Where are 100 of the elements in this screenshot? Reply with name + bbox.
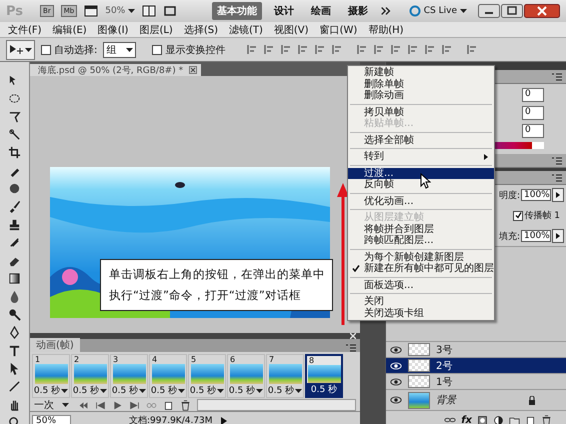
panel-menu-icon[interactable] <box>346 344 356 352</box>
menu-item[interactable]: 选择(S) <box>184 22 218 36</box>
healing-tool-icon[interactable] <box>8 182 21 195</box>
checkbox[interactable] <box>41 44 51 54</box>
align-icon[interactable] <box>281 44 292 55</box>
menu-item[interactable]: 编辑(E) <box>52 22 87 36</box>
animation-frame[interactable]: 1 0.5 秒 <box>32 354 70 398</box>
layer-row[interactable]: 2号 <box>386 357 566 373</box>
loop-dropdown[interactable]: 一次 <box>34 398 72 412</box>
animation-frame[interactable]: 6 0.5 秒 <box>227 354 265 398</box>
context-menu-item[interactable]: 为每个新帧创建新图层 <box>348 252 494 263</box>
animation-frame[interactable]: 3 0.5 秒 <box>110 354 148 398</box>
align-icon[interactable] <box>391 44 402 55</box>
wand-tool-icon[interactable] <box>8 128 21 141</box>
view-extras-icon[interactable] <box>84 4 98 18</box>
scrollbar[interactable] <box>197 399 356 411</box>
layer-row[interactable]: 背景 <box>386 389 566 410</box>
align-icon[interactable] <box>315 44 326 55</box>
move-tool-preset[interactable] <box>6 40 35 60</box>
menu-item[interactable]: 帮助(H) <box>368 22 404 36</box>
mask-icon[interactable] <box>477 414 488 424</box>
blur-tool-icon[interactable] <box>8 290 21 303</box>
workspace-button[interactable]: 摄影 <box>342 2 373 20</box>
layer-row[interactable]: 1号 <box>386 373 566 389</box>
next-frame-icon[interactable] <box>129 400 140 410</box>
align-icon[interactable] <box>442 44 454 55</box>
frame-delay[interactable]: 0.5 秒 <box>266 384 304 397</box>
play-icon[interactable] <box>220 416 227 424</box>
panel-menu-icon[interactable] <box>552 156 562 164</box>
workspace-button[interactable]: 基本功能 <box>212 2 262 20</box>
zoom-field[interactable]: 50% <box>32 414 71 424</box>
menu-item[interactable]: 图像(I) <box>98 22 128 36</box>
animation-frame[interactable]: 7 0.5 秒 <box>266 354 304 398</box>
frame-delay[interactable]: 0.5 秒 <box>188 384 226 397</box>
lasso-tool-icon[interactable] <box>8 110 21 123</box>
frame-delay[interactable]: 0.5 秒 <box>307 383 341 396</box>
maximize-icon[interactable] <box>501 4 523 18</box>
context-menu-item[interactable]: 删除动画 <box>348 90 494 102</box>
dodge-tool-icon[interactable] <box>8 308 21 321</box>
context-menu-item[interactable]: 转到 <box>348 151 494 162</box>
context-menu-item[interactable]: 将帧拼合到图层 <box>348 224 494 235</box>
fill-field[interactable]: 100% <box>521 230 551 242</box>
align-icon[interactable] <box>408 44 420 55</box>
menu-item[interactable]: 文件(F) <box>8 22 42 36</box>
menu-item[interactable]: 滤镜(T) <box>228 22 263 36</box>
menu-item[interactable]: 窗口(W) <box>320 22 358 36</box>
hand-tool-icon[interactable] <box>8 398 21 411</box>
eye-icon[interactable] <box>390 376 402 388</box>
context-menu-item[interactable]: 优化动画... <box>348 196 494 207</box>
color-value-field[interactable]: 0 <box>522 124 544 138</box>
align-icon[interactable] <box>357 44 368 55</box>
panel-close-icon[interactable] <box>350 333 356 339</box>
workspace-button[interactable]: 绘画 <box>306 2 336 20</box>
gradient-tool-icon[interactable] <box>8 272 21 285</box>
context-menu-item[interactable]: 拷贝单帧 <box>348 106 494 118</box>
selection-arrow-icon[interactable] <box>8 362 21 375</box>
document-tab[interactable]: 海底.psd @ 50% (2号, RGB/8#) * <box>30 64 202 76</box>
color-value-field[interactable]: 0 <box>522 106 544 120</box>
context-menu-item[interactable]: 跨帧匹配图层... <box>348 235 494 246</box>
panel-menu-icon[interactable] <box>552 72 562 80</box>
context-menu-item[interactable]: 新建在所有帧中都可见的图层 <box>348 263 494 274</box>
context-menu-item[interactable]: 面板选项... <box>348 280 494 291</box>
frame-delay[interactable]: 0.5 秒 <box>226 384 266 397</box>
more-chevron-icon[interactable] <box>380 5 392 17</box>
eye-icon[interactable] <box>390 344 402 356</box>
brush-tool-icon[interactable] <box>8 200 21 213</box>
align-icon[interactable] <box>332 44 344 55</box>
crop-tool-icon[interactable] <box>8 146 21 159</box>
eye-icon[interactable] <box>390 394 402 406</box>
close-icon[interactable] <box>189 66 198 74</box>
marquee-tool-icon[interactable] <box>8 92 21 105</box>
layer-style-button[interactable]: fx <box>461 414 472 424</box>
new-layer-icon[interactable] <box>525 414 536 424</box>
cs-live-menu[interactable]: CS Live <box>424 6 457 16</box>
trash-icon[interactable] <box>541 414 552 424</box>
animation-frame[interactable]: 4 0.5 秒 <box>149 354 187 398</box>
frame-delay[interactable]: 0.5 秒 <box>110 384 148 397</box>
adjustment-icon[interactable] <box>493 414 504 424</box>
align-icon[interactable] <box>298 44 310 55</box>
eye-icon[interactable] <box>390 360 402 372</box>
frame-delay[interactable]: 0.5 秒 <box>32 384 70 397</box>
fill-slider-button[interactable] <box>552 229 564 243</box>
frame-delay[interactable]: 0.5 秒 <box>70 384 110 397</box>
type-tool-icon[interactable] <box>8 344 21 357</box>
animation-frame[interactable]: 5 0.5 秒 <box>188 354 226 398</box>
checkbox[interactable] <box>152 44 162 54</box>
menu-item[interactable]: 视图(V) <box>274 22 309 36</box>
previous-frame-icon[interactable] <box>95 400 106 410</box>
align-icon[interactable] <box>247 44 258 55</box>
context-menu-item[interactable]: 反向帧 <box>348 179 494 190</box>
checkbox[interactable] <box>513 210 524 220</box>
pen-tool-icon[interactable] <box>8 326 21 339</box>
animation-frame[interactable]: 8 0.5 秒 <box>305 354 343 398</box>
context-menu-item[interactable]: 关闭 <box>348 296 494 308</box>
new-frame-icon[interactable] <box>163 400 174 410</box>
align-icon[interactable] <box>374 44 386 55</box>
color-value-field[interactable]: 0 <box>522 88 544 102</box>
minimize-icon[interactable] <box>478 4 500 18</box>
auto-select-dropdown[interactable]: 组 <box>103 42 136 58</box>
align-icon[interactable] <box>467 44 478 55</box>
